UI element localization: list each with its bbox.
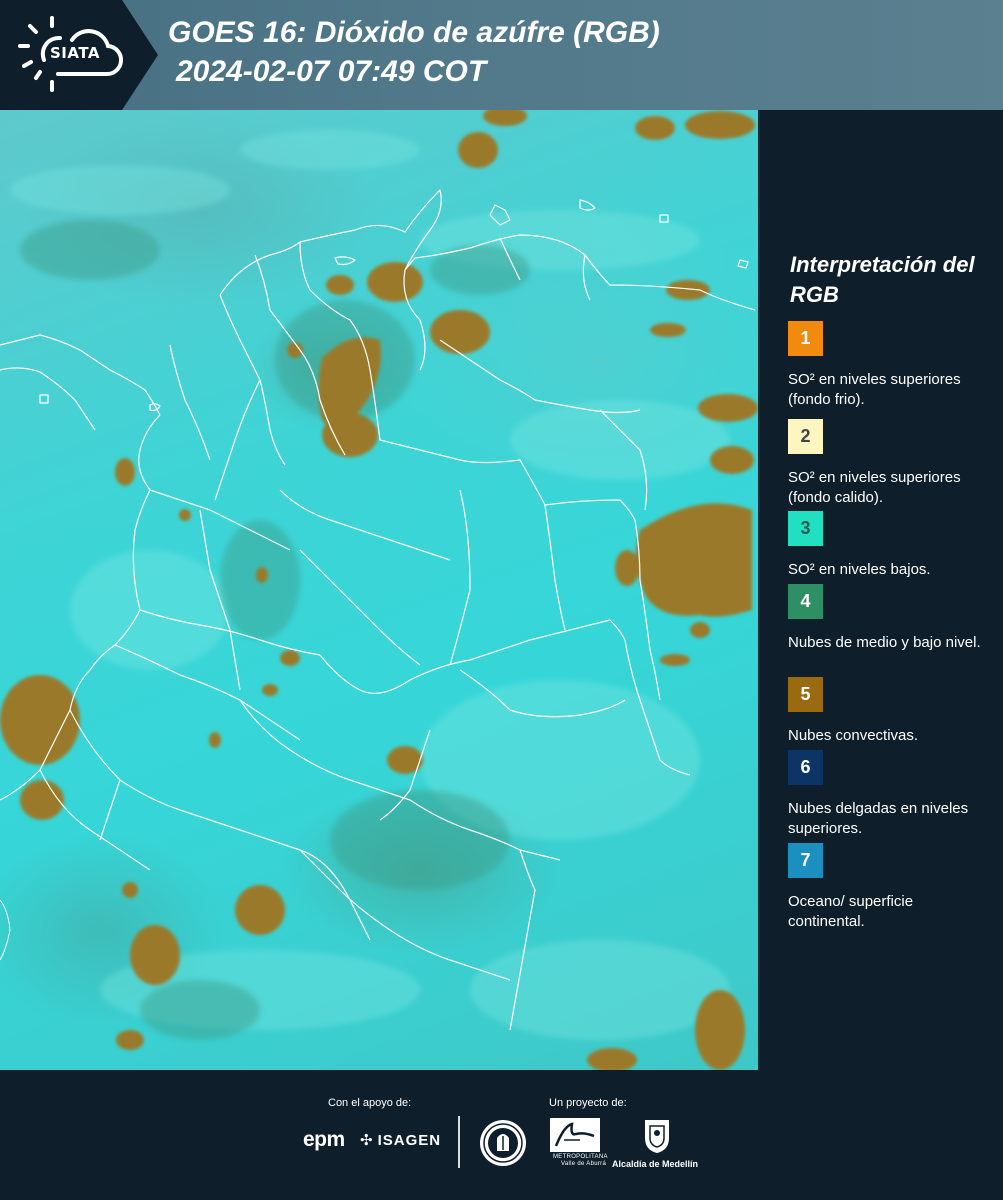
isagen-logo-text: ISAGEN (377, 1132, 442, 1149)
footer: Con el apoyo de: Un proyecto de: epm ✣ IS… (0, 1070, 1003, 1200)
legend-item-4: 4 Nubes de medio y bajo nivel. (788, 584, 988, 653)
footer-divider (458, 1116, 460, 1168)
isagen-mark-icon: ✣ (360, 1132, 374, 1149)
legend-swatch-3: 3 (788, 511, 823, 546)
university-seal-icon[interactable] (478, 1118, 528, 1168)
legend-item-2: 2 SO² en niveles superiores (fondo calid… (788, 419, 988, 508)
legend-item-5: 5 Nubes convectivas. (788, 677, 988, 746)
alcaldia-shield-icon[interactable] (642, 1118, 672, 1154)
legend-label-7: Oceano/ superficie continental. (788, 893, 914, 930)
area-label-2: Valle de Aburrá (561, 1161, 607, 1167)
legend-item-3: 3 SO² en niveles bajos. (788, 511, 988, 580)
epm-logo-text: epm (303, 1128, 345, 1151)
legend-title: Interpretación del RGB (790, 252, 975, 307)
legend-number-4: 4 (800, 591, 811, 611)
siata-logo-text: SIATA (50, 44, 101, 62)
page-title: GOES 16: Dióxido de azúfre (RGB) (168, 16, 660, 49)
legend-swatch-6: 6 (788, 750, 823, 785)
header: SIATA GOES 16: Dióxido de azúfre (RGB) 2… (0, 0, 1003, 110)
epm-logo[interactable]: epm (303, 1128, 345, 1152)
legend-swatch-2: 2 (788, 419, 823, 454)
legend-swatch-4: 4 (788, 584, 823, 619)
legend-number-1: 1 (800, 328, 811, 348)
legend-number-3: 3 (800, 518, 811, 538)
legend-number-7: 7 (800, 850, 811, 870)
legend-item-7: 7 Oceano/ superficie continental. (788, 843, 988, 932)
legend-label-6: Nubes delgadas en niveles superiores. (788, 800, 969, 837)
legend-item-1: 1 SO² en niveles superiores (fondo frio)… (788, 321, 988, 410)
project-label: Un proyecto de: (549, 1097, 627, 1109)
legend-label-1: SO² en niveles superiores (fondo frio). (788, 371, 961, 408)
legend-number-6: 6 (800, 757, 811, 777)
legend-swatch-7: 7 (788, 843, 823, 878)
isagen-logo[interactable]: ✣ ISAGEN (360, 1131, 441, 1149)
legend-label-4: Nubes de medio y bajo nivel. (788, 634, 981, 651)
legend-label-5: Nubes convectivas. (788, 727, 919, 744)
alcaldia-label: Alcaldía de Medellín (612, 1159, 699, 1169)
legend-swatch-5: 5 (788, 677, 823, 712)
map-frame (0, 110, 760, 1070)
timestamp: 2024-02-07 07:49 COT (176, 55, 487, 88)
legend-label-2: SO² en niveles superiores (fondo calido)… (788, 469, 961, 506)
legend-swatch-1: 1 (788, 321, 823, 356)
area-label-1: METROPOLITANA (553, 1154, 608, 1160)
legend-item-6: 6 Nubes delgadas en niveles superiores. (788, 750, 988, 839)
legend-number-5: 5 (800, 684, 811, 704)
legend-number-2: 2 (800, 426, 811, 446)
support-label: Con el apoyo de: (328, 1097, 412, 1109)
legend-label-3: SO² en niveles bajos. (788, 561, 931, 578)
